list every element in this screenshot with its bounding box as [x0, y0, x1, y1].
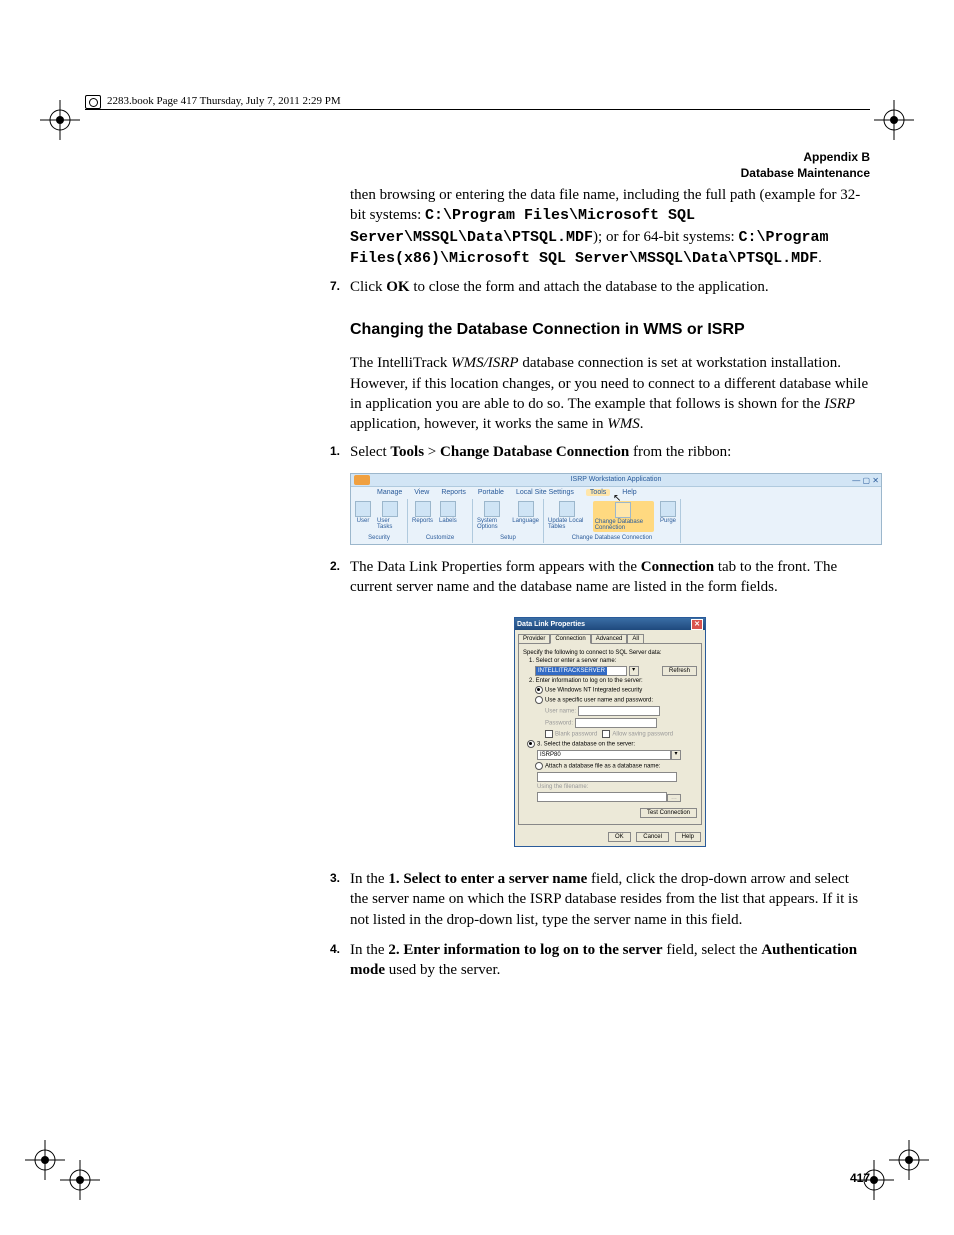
server-name-combo[interactable]: INTELLITRACKSERVER: [535, 666, 627, 676]
ribbon-update-local-tables-button[interactable]: Update Local Tables: [548, 501, 587, 532]
dialog-tab-connection[interactable]: Connection: [550, 634, 590, 644]
crop-mark-icon: [25, 1140, 65, 1180]
step-2: 2. The Data Link Properties form appears…: [330, 557, 870, 598]
crop-mark-icon: [60, 1160, 100, 1200]
username-input[interactable]: [578, 706, 660, 716]
filename-input[interactable]: [537, 792, 667, 802]
page-number: 417: [850, 1171, 870, 1185]
step-7: 7. Click OK to close the form and attach…: [330, 277, 870, 297]
ribbon-tab-view[interactable]: View: [414, 489, 429, 496]
dialog-tab-provider[interactable]: Provider: [518, 634, 550, 644]
ribbon-reports-button[interactable]: Reports: [412, 501, 433, 524]
window-controls[interactable]: — ▢ ✕: [852, 475, 879, 487]
radio-attach-db[interactable]: [535, 762, 543, 770]
ribbon-tab-local-site-settings[interactable]: Local Site Settings: [516, 489, 574, 496]
ribbon-purge-button[interactable]: Purge: [660, 501, 676, 532]
database-combo[interactable]: ISRP80: [537, 750, 671, 760]
step-3: 3. In the 1. Select to enter a server na…: [330, 869, 870, 930]
running-head-section: Database Maintenance: [85, 166, 870, 182]
ribbon-group-customize: Customize: [412, 535, 468, 541]
cancel-button[interactable]: Cancel: [636, 832, 669, 842]
ribbon-change-db-connection-button[interactable]: Change Database Connection: [593, 501, 654, 532]
ribbon-group-setup: Setup: [477, 535, 539, 541]
ribbon-user-button[interactable]: User: [355, 501, 371, 530]
continuing-paragraph: then browsing or entering the data file …: [350, 185, 870, 269]
browse-button[interactable]: …: [667, 794, 681, 802]
app-icon: [354, 475, 370, 485]
ribbon-screenshot: ISRP Workstation Application — ▢ ✕ Manag…: [350, 473, 882, 545]
chevron-down-icon[interactable]: ▾: [629, 666, 639, 676]
ribbon-tab-portable[interactable]: Portable: [478, 489, 504, 496]
running-head-appendix: Appendix B: [85, 150, 870, 166]
ribbon-group-security: Security: [355, 535, 403, 541]
dialog-title: Data Link Properties: [517, 621, 585, 628]
refresh-button[interactable]: Refresh: [662, 666, 697, 676]
step-4: 4. In the 2. Enter information to log on…: [330, 940, 870, 981]
password-input[interactable]: [575, 718, 657, 728]
ribbon-system-options-button[interactable]: System Options: [477, 501, 506, 530]
dialog-tab-all[interactable]: All: [627, 634, 644, 644]
cursor-icon: ↖: [613, 493, 621, 504]
attach-db-name-input[interactable]: [537, 772, 677, 782]
ribbon-group-cdc: Change Database Connection: [548, 535, 676, 541]
ok-button[interactable]: OK: [608, 832, 631, 842]
step-1: 1. Select Tools > Change Database Connec…: [330, 442, 870, 462]
ribbon-tab-help[interactable]: Help: [622, 489, 636, 496]
window-title: ISRP Workstation Application: [571, 476, 662, 483]
blank-password-checkbox[interactable]: [545, 730, 553, 738]
header-meta: 2283.book Page 417 Thursday, July 7, 201…: [107, 95, 341, 109]
overview-paragraph: The IntelliTrack WMS/ISRP database conne…: [350, 353, 870, 434]
crop-mark-icon: [889, 1140, 929, 1180]
chevron-down-icon[interactable]: ▾: [671, 750, 681, 760]
ribbon-language-button[interactable]: Language: [512, 501, 539, 530]
radio-specific-user[interactable]: [535, 696, 543, 704]
crop-mark-icon: [874, 100, 914, 140]
section-heading: Changing the Database Connection in WMS …: [350, 321, 870, 339]
dialog-row2-label: 2. Enter information to log on to the se…: [523, 678, 697, 684]
dialog-instruction: Specify the following to connect to SQL …: [523, 650, 697, 656]
ribbon-tab-tools[interactable]: Tools: [586, 489, 610, 496]
dialog-tab-advanced[interactable]: Advanced: [591, 634, 628, 644]
radio-select-db[interactable]: [527, 740, 535, 748]
ribbon-tab-reports[interactable]: Reports: [441, 489, 466, 496]
header-rule: [85, 109, 870, 110]
book-icon: [85, 95, 101, 109]
data-link-properties-dialog: Data Link Properties ✕ Provider Connecti…: [514, 617, 706, 847]
ribbon-user-tasks-button[interactable]: User Tasks: [377, 501, 403, 530]
allow-saving-checkbox[interactable]: [602, 730, 610, 738]
help-button[interactable]: Help: [675, 832, 701, 842]
ribbon-labels-button[interactable]: Labels: [439, 501, 457, 524]
test-connection-button[interactable]: Test Connection: [640, 808, 697, 818]
close-icon[interactable]: ✕: [691, 619, 703, 630]
ribbon-tab-manage[interactable]: Manage: [377, 489, 402, 496]
radio-nt-security[interactable]: [535, 686, 543, 694]
dialog-row1-label: 1. Select or enter a server name:: [523, 658, 697, 664]
crop-mark-icon: [40, 100, 80, 140]
